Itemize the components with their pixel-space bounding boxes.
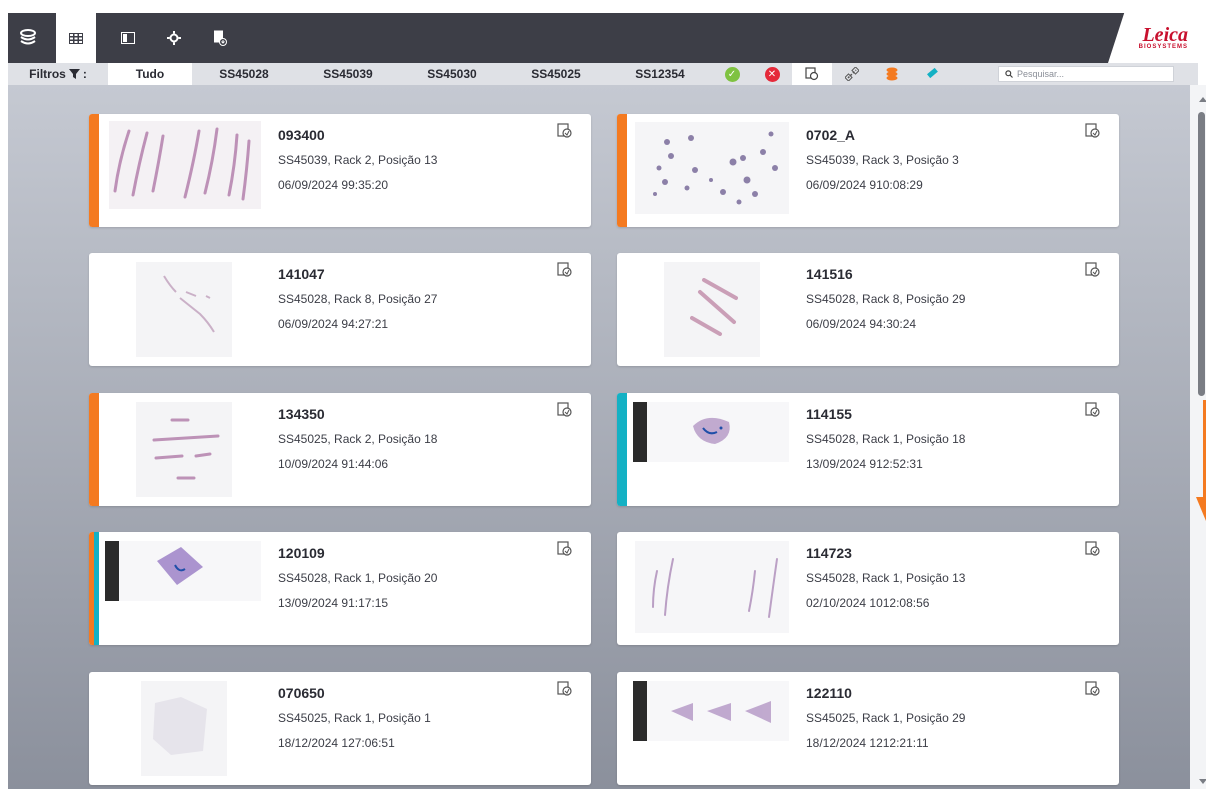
- slide-thumbnail: [635, 541, 789, 633]
- slide-id: 141516: [806, 266, 853, 282]
- slide-date: 13/09/2024 912:52:31: [806, 457, 923, 471]
- slide-card[interactable]: 141516 SS45028, Rack 8, Posição 29 06/09…: [617, 253, 1119, 366]
- scan-icon[interactable]: [557, 681, 573, 697]
- slide-date: 06/09/2024 910:08:29: [806, 178, 923, 192]
- slide-location: SS45039, Rack 2, Posição 13: [278, 153, 438, 167]
- export-icon[interactable]: [200, 13, 240, 63]
- slide-id: 093400: [278, 127, 325, 143]
- slide-id: 114723: [806, 545, 852, 561]
- filter-stack-icon[interactable]: [872, 63, 912, 85]
- scan-icon[interactable]: [1085, 402, 1101, 418]
- stack-icon[interactable]: [8, 13, 48, 63]
- slide-date: 06/09/2024 99:35:20: [278, 178, 389, 192]
- filter-unlink-icon[interactable]: [832, 63, 872, 85]
- search-input[interactable]: Pesquisar...: [998, 66, 1174, 82]
- slide-id: 114155: [806, 406, 852, 422]
- slide-location: SS45028, Rack 1, Posição 20: [278, 571, 438, 585]
- slide-id: 122110: [806, 685, 852, 701]
- slide-location: SS45028, Rack 8, Posição 29: [806, 292, 966, 306]
- slide-view-icon[interactable]: [108, 13, 148, 63]
- tab-ss45030[interactable]: SS45030: [400, 63, 504, 85]
- slide-date: 06/09/2024 94:27:21: [278, 317, 389, 331]
- filter-ok-icon[interactable]: ✓: [712, 63, 752, 85]
- filter-eraser-icon[interactable]: [912, 63, 952, 85]
- slide-card[interactable]: 070650 SS45025, Rack 1, Posição 1 18/12/…: [89, 672, 591, 785]
- side-indicator-arrow-icon: [1196, 497, 1206, 521]
- filter-scan-icon[interactable]: [792, 63, 832, 85]
- status-stripe: [617, 114, 627, 227]
- leica-logo: Leica BIOSYSTEMS: [1108, 13, 1198, 63]
- slide-card[interactable]: 122110 SS45025, Rack 1, Posição 29 18/12…: [617, 672, 1119, 785]
- slide-location: SS45025, Rack 1, Posição 29: [806, 711, 966, 725]
- scan-icon[interactable]: [1085, 541, 1101, 557]
- slide-thumbnail: [633, 681, 789, 741]
- filter-error-icon[interactable]: ✕: [752, 63, 792, 85]
- slide-date: 13/09/2024 91:17:15: [278, 596, 389, 610]
- scroll-down-icon[interactable]: [1199, 779, 1206, 784]
- slide-thumbnail: [136, 262, 232, 357]
- slide-id: 070650: [278, 685, 325, 701]
- tab-ss12354[interactable]: SS12354: [608, 63, 712, 85]
- slide-id: 120109: [278, 545, 325, 561]
- slide-thumbnail: [633, 402, 789, 462]
- filter-label: Filtros :: [8, 67, 108, 81]
- scan-icon[interactable]: [1085, 123, 1101, 139]
- slide-date: 06/09/2024 94:30:24: [806, 317, 917, 331]
- filter-colon: :: [82, 67, 87, 81]
- status-stripe: [89, 393, 99, 506]
- funnel-icon: [68, 69, 80, 79]
- slide-location: SS45025, Rack 2, Posição 18: [278, 432, 438, 446]
- slide-id: 0702_A: [806, 127, 856, 143]
- slide-id: 141047: [278, 266, 325, 282]
- logo-name: Leica: [1142, 24, 1188, 46]
- slide-date: 18/12/2024 127:06:51: [278, 736, 395, 750]
- filter-label-text: Filtros: [29, 67, 66, 81]
- slide-location: SS45025, Rack 1, Posição 1: [278, 711, 431, 725]
- slide-date: 10/09/2024 91:44:06: [278, 457, 389, 471]
- status-stripe: [617, 393, 627, 506]
- logo-subtitle: BIOSYSTEMS: [1138, 44, 1188, 50]
- tab-ss45039[interactable]: SS45039: [296, 63, 400, 85]
- slide-date: 02/10/2024 1012:08:56: [806, 596, 930, 610]
- scroll-thumb[interactable]: [1198, 112, 1205, 396]
- scan-icon[interactable]: [557, 123, 573, 139]
- slide-thumbnail: [635, 122, 789, 214]
- scroll-up-icon[interactable]: [1199, 97, 1206, 102]
- status-stripe: [89, 114, 99, 227]
- slide-date: 18/12/2024 1212:21:11: [806, 736, 929, 750]
- slide-thumbnail: [664, 262, 760, 357]
- tab-ss45025[interactable]: SS45025: [504, 63, 608, 85]
- slide-thumbnail: [105, 541, 261, 601]
- slide-card[interactable]: 114723 SS45028, Rack 1, Posição 13 02/10…: [617, 532, 1119, 645]
- slide-grid: 093400 SS45039, Rack 2, Posição 13 06/09…: [8, 85, 1190, 789]
- grid-icon[interactable]: [56, 13, 96, 63]
- slide-location: SS45039, Rack 3, Posição 3: [806, 153, 959, 167]
- slide-card[interactable]: 093400 SS45039, Rack 2, Posição 13 06/09…: [89, 114, 591, 227]
- slide-card[interactable]: 134350 SS45025, Rack 2, Posição 18 10/09…: [89, 393, 591, 506]
- slide-location: SS45028, Rack 1, Posição 18: [806, 432, 966, 446]
- top-toolbar: Leica BIOSYSTEMS: [8, 13, 1198, 63]
- slide-thumbnail: [136, 402, 232, 497]
- scan-icon[interactable]: [1085, 681, 1101, 697]
- slide-thumbnail: [141, 681, 227, 776]
- search-icon: [1005, 70, 1013, 78]
- slide-location: SS45028, Rack 8, Posição 27: [278, 292, 438, 306]
- tab-tudo[interactable]: Tudo: [108, 63, 192, 85]
- slide-card[interactable]: 114155 SS45028, Rack 1, Posição 18 13/09…: [617, 393, 1119, 506]
- slide-id: 134350: [278, 406, 325, 422]
- scan-icon[interactable]: [557, 262, 573, 278]
- scan-icon[interactable]: [557, 402, 573, 418]
- status-stripe: [89, 532, 99, 645]
- scan-icon[interactable]: [1085, 262, 1101, 278]
- tab-ss45028[interactable]: SS45028: [192, 63, 296, 85]
- filter-bar: Filtros : Tudo SS45028 SS45039 SS45030 S…: [8, 63, 1198, 85]
- slide-card[interactable]: 120109 SS45028, Rack 1, Posição 20 13/09…: [89, 532, 591, 645]
- slide-card[interactable]: 141047 SS45028, Rack 8, Posição 27 06/09…: [89, 253, 591, 366]
- slide-thumbnail: [109, 121, 261, 209]
- settings-icon[interactable]: [154, 13, 194, 63]
- search-placeholder: Pesquisar...: [1017, 69, 1065, 79]
- scan-icon[interactable]: [557, 541, 573, 557]
- slide-location: SS45028, Rack 1, Posição 13: [806, 571, 966, 585]
- slide-card[interactable]: 0702_A SS45039, Rack 3, Posição 3 06/09/…: [617, 114, 1119, 227]
